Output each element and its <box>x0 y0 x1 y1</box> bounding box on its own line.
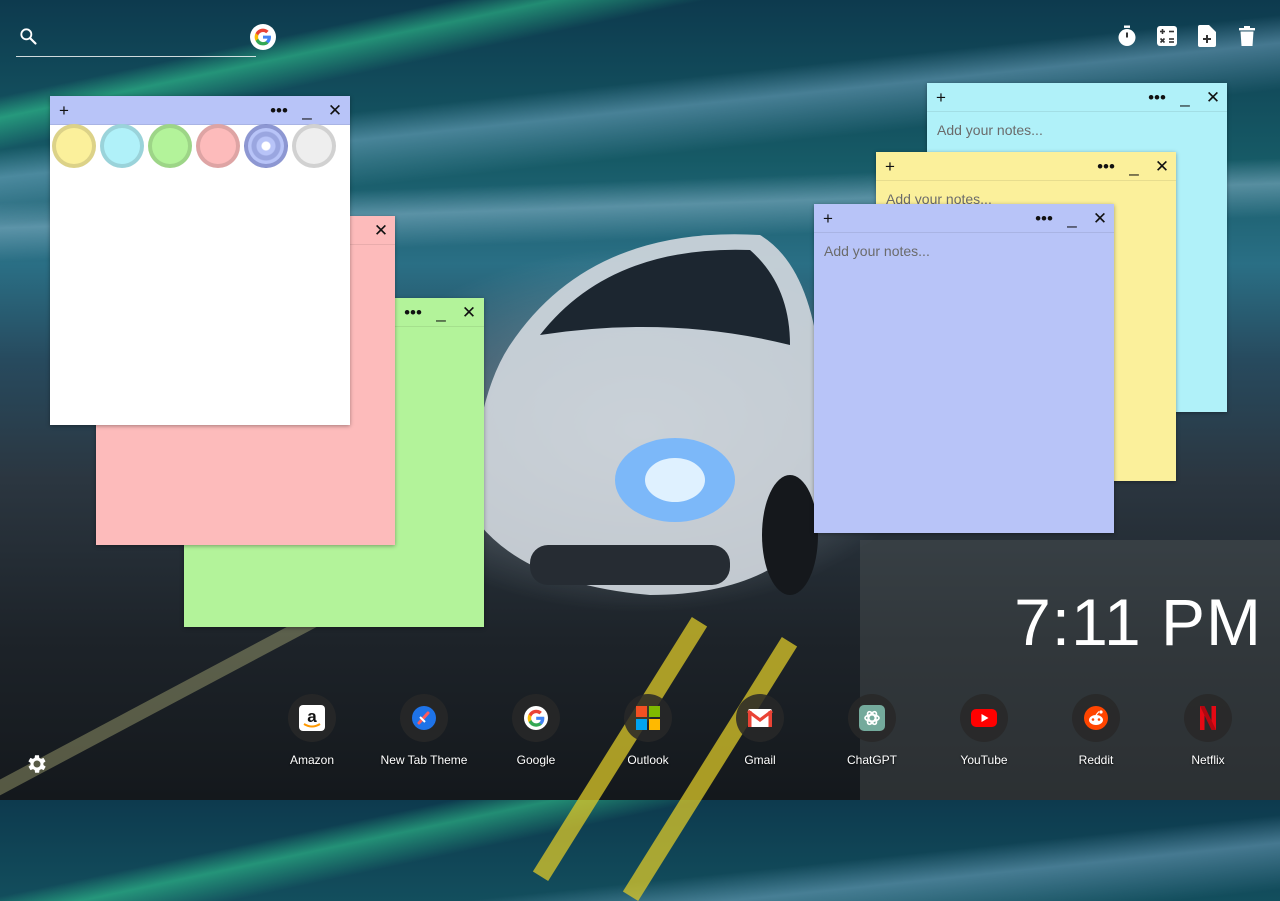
search-input[interactable] <box>44 26 248 52</box>
note-close-button[interactable]: ✕ <box>324 96 346 124</box>
note-text-area[interactable] <box>814 233 1114 533</box>
shortcuts-dock: a Amazon New Tab Theme Google Outlook Gm… <box>256 694 1264 767</box>
shortcut-gmail[interactable]: Gmail <box>704 694 816 767</box>
note-menu-button[interactable]: ••• <box>268 96 290 124</box>
note-add-button[interactable]: + <box>53 96 75 124</box>
search-icon[interactable] <box>18 26 38 46</box>
trash-icon[interactable] <box>1236 24 1258 48</box>
shortcut-label: Amazon <box>289 753 335 767</box>
shortcut-netflix[interactable]: Netflix <box>1152 694 1264 767</box>
color-palette <box>50 124 336 168</box>
shortcut-google[interactable]: Google <box>480 694 592 767</box>
shortcut-label: Gmail <box>744 753 776 767</box>
shortcut-label: Netflix <box>1191 753 1225 767</box>
sticky-note-lavender: + ••• _ ✕ <box>814 204 1114 533</box>
note-minimize-button[interactable]: _ <box>296 96 318 124</box>
color-swatch[interactable] <box>196 124 240 168</box>
netflix-icon <box>1184 694 1232 742</box>
shortcut-amazon[interactable]: a Amazon <box>256 694 368 767</box>
note-close-button[interactable]: ✕ <box>458 298 480 326</box>
color-swatch[interactable] <box>148 124 192 168</box>
road-line <box>622 637 798 901</box>
shortcut-youtube[interactable]: YouTube <box>928 694 1040 767</box>
note-menu-button[interactable]: ••• <box>1095 152 1117 180</box>
note-minimize-button[interactable]: _ <box>1123 152 1145 180</box>
google-icon <box>512 694 560 742</box>
svg-text:a: a <box>307 707 317 726</box>
google-search-engine-button[interactable] <box>250 24 276 50</box>
shortcut-chatgpt[interactable]: ChatGPT <box>816 694 928 767</box>
note-toolbar: + ••• _ ✕ <box>927 83 1227 112</box>
timer-icon[interactable] <box>1116 24 1138 48</box>
reddit-icon <box>1072 694 1120 742</box>
note-menu-button[interactable]: ••• <box>1033 204 1055 232</box>
note-minimize-button[interactable]: _ <box>1174 83 1196 111</box>
shortcut-reddit[interactable]: Reddit <box>1040 694 1152 767</box>
sticky-note-color-picker: + ••• _ ✕ <box>50 96 350 425</box>
color-swatch[interactable] <box>292 124 336 168</box>
note-minimize-button[interactable]: _ <box>1061 204 1083 232</box>
note-minimize-button[interactable]: _ <box>430 298 452 326</box>
car-wallpaper <box>480 234 820 595</box>
toolbar <box>1116 24 1258 48</box>
color-swatch[interactable] <box>100 124 144 168</box>
note-close-button[interactable]: ✕ <box>1089 204 1111 232</box>
shortcut-label: New Tab Theme <box>380 753 468 767</box>
shortcut-label: Outlook <box>627 753 669 767</box>
shortcut-label: YouTube <box>960 753 1008 767</box>
new-note-icon[interactable] <box>1196 24 1218 48</box>
amazon-icon: a <box>288 694 336 742</box>
calculator-icon[interactable] <box>1156 24 1178 48</box>
shortcut-label: ChatGPT <box>846 753 897 767</box>
shortcut-label: Google <box>516 753 556 767</box>
clock-display: 7:11 PM <box>1014 585 1262 659</box>
settings-gear-icon[interactable] <box>24 752 48 776</box>
note-toolbar: + ••• _ ✕ <box>50 96 350 125</box>
note-add-button[interactable]: + <box>930 83 952 111</box>
new-tab-theme-icon <box>400 694 448 742</box>
gmail-icon <box>736 694 784 742</box>
shortcut-label: Reddit <box>1078 753 1114 767</box>
color-swatch[interactable] <box>244 124 288 168</box>
note-close-button[interactable]: ✕ <box>1151 152 1173 180</box>
shortcut-new-tab-theme[interactable]: New Tab Theme <box>368 694 480 767</box>
youtube-icon <box>960 694 1008 742</box>
outlook-icon <box>624 694 672 742</box>
note-close-button[interactable]: ✕ <box>370 216 392 244</box>
note-menu-button[interactable]: ••• <box>1146 83 1168 111</box>
google-icon <box>254 28 271 46</box>
note-toolbar: + ••• _ ✕ <box>876 152 1176 181</box>
note-toolbar: + ••• _ ✕ <box>814 204 1114 233</box>
color-swatch[interactable] <box>52 124 96 168</box>
shortcut-outlook[interactable]: Outlook <box>592 694 704 767</box>
search-bar <box>16 24 256 57</box>
chatgpt-icon <box>848 694 896 742</box>
note-add-button[interactable]: + <box>817 204 839 232</box>
note-close-button[interactable]: ✕ <box>1202 83 1224 111</box>
note-add-button[interactable]: + <box>879 152 901 180</box>
note-menu-button[interactable]: ••• <box>402 298 424 326</box>
